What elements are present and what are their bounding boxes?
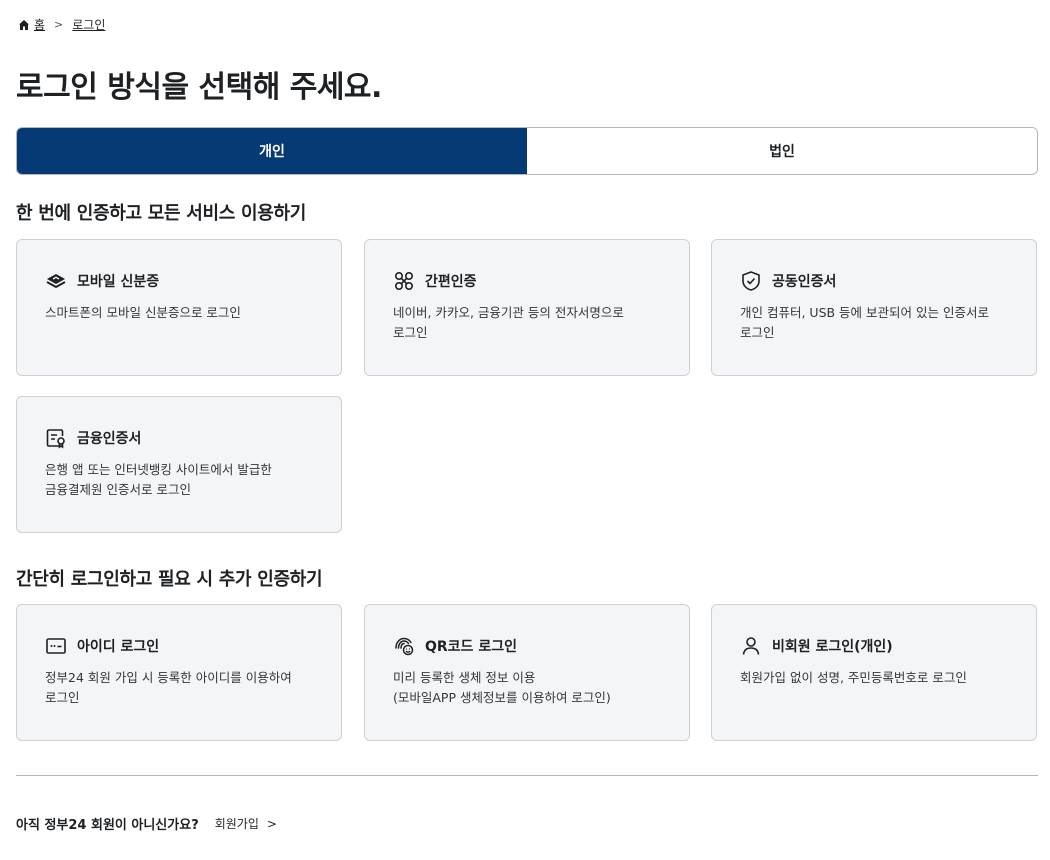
card-title: QR코드 로그인 (425, 639, 517, 655)
login-card-joint-certificate[interactable]: 공동인증서 개인 컴퓨터, USB 등에 보관되어 있는 인증서로 로그인 (711, 239, 1037, 376)
fingerprint-face-icon (393, 635, 415, 657)
card-title: 간편인증 (425, 274, 477, 290)
card-description: 개인 컴퓨터, USB 등에 보관되어 있는 인증서로 로그인 (740, 305, 989, 340)
section-heading-full-auth: 한 번에 인증하고 모든 서비스 이용하기 (16, 203, 306, 224)
card-description: 정부24 회원 가입 시 등록한 아이디를 이용하여 로그인 (45, 670, 292, 705)
login-card-qr-login[interactable]: QR코드 로그인 미리 등록한 생체 정보 이용 (모바일APP 생체정보를 이… (364, 604, 690, 741)
card-title: 금융인증서 (77, 431, 142, 447)
login-card-simple-auth[interactable]: 간편인증 네이버, 카카오, 금융기관 등의 전자서명으로 로그인 (364, 239, 690, 376)
card-title: 모바일 신분증 (77, 274, 160, 290)
signup-link[interactable]: 회원가입 > (215, 815, 277, 832)
login-card-mobile-id[interactable]: 모바일 신분증 스마트폰의 모바일 신분증으로 로그인 (16, 239, 342, 376)
card-description: 스마트폰의 모바일 신분증으로 로그인 (45, 305, 241, 320)
signup-link-label: 회원가입 (214, 817, 259, 831)
page-title: 로그인 방식을 선택해 주세요. (16, 70, 382, 105)
login-card-financial-certificate[interactable]: 금융인증서 은행 앱 또는 인터넷뱅킹 사이트에서 발급한 금융결제원 인증서로… (16, 396, 342, 533)
breadcrumb-current-link[interactable]: 로그인 (72, 16, 105, 33)
breadcrumb: 홈 > 로그인 (18, 16, 105, 33)
shield-check-icon (740, 270, 762, 292)
home-icon (18, 19, 30, 31)
card-description: 네이버, 카카오, 금융기관 등의 전자서명으로 로그인 (393, 305, 624, 340)
id-password-icon (45, 635, 67, 657)
card-title: 공동인증서 (772, 274, 837, 290)
divider (16, 775, 1038, 776)
card-title: 비회원 로그인(개인) (772, 639, 893, 655)
certificate-icon (45, 427, 67, 449)
card-description: 미리 등록한 생체 정보 이용 (모바일APP 생체정보를 이용하여 로그인) (393, 670, 611, 705)
mobile-id-icon (45, 270, 67, 292)
login-card-guest-login[interactable]: 비회원 로그인(개인) 회원가입 없이 성명, 주민등록번호로 로그인 (711, 604, 1037, 741)
card-description: 은행 앱 또는 인터넷뱅킹 사이트에서 발급한 금융결제원 인증서로 로그인 (45, 462, 272, 497)
breadcrumb-separator-icon: > (54, 18, 64, 31)
person-icon (740, 635, 762, 657)
simple-auth-icon (393, 270, 415, 292)
tab-individual[interactable]: 개인 (17, 128, 527, 174)
card-title: 아이디 로그인 (77, 639, 160, 655)
tab-corporate[interactable]: 법인 (527, 128, 1037, 174)
card-description: 회원가입 없이 성명, 주민등록번호로 로그인 (740, 670, 967, 685)
signup-prompt: 아직 정부24 회원이 아니신가요? 회원가입 > (16, 814, 277, 834)
chevron-right-icon: > (266, 816, 277, 831)
user-type-tabs: 개인 법인 (16, 127, 1038, 175)
section-heading-simple-login: 간단히 로그인하고 필요 시 추가 인증하기 (16, 569, 323, 590)
breadcrumb-home-link[interactable]: 홈 (34, 16, 45, 33)
login-card-id-login[interactable]: 아이디 로그인 정부24 회원 가입 시 등록한 아이디를 이용하여 로그인 (16, 604, 342, 741)
signup-question: 아직 정부24 회원이 아니신가요? (16, 818, 199, 833)
